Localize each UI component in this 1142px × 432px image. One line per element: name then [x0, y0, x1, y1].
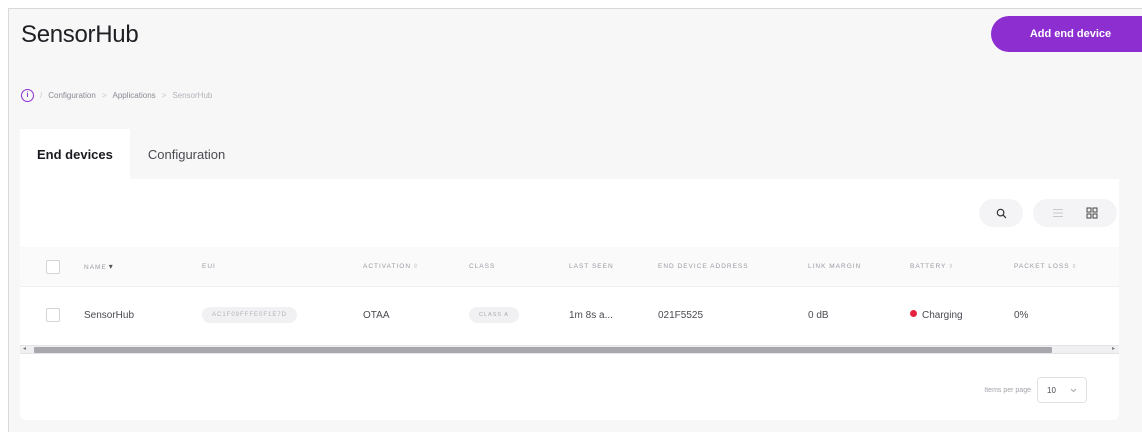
battery-status-dot [910, 310, 917, 318]
column-header-eui[interactable]: EUI [202, 263, 216, 270]
sort-desc-icon: ▾ [108, 262, 114, 271]
tab-bar: End devices Configuration [20, 129, 243, 179]
table-toolbar [979, 199, 1117, 227]
column-header-link-margin[interactable]: LINK MARGIN [808, 263, 861, 270]
battery-status-text: Charging [922, 309, 963, 321]
tab-end-devices[interactable]: End devices [20, 129, 130, 179]
row-checkbox[interactable] [46, 308, 60, 322]
cell-packet-loss: 0% [1014, 309, 1029, 321]
pagination: Items per page 10 [984, 377, 1087, 403]
add-end-device-button[interactable]: Add end device [991, 16, 1142, 52]
select-all-checkbox[interactable] [46, 260, 60, 274]
cell-activation: OTAA [363, 309, 390, 321]
search-button[interactable] [979, 199, 1023, 227]
scrollbar-thumb[interactable] [34, 347, 1052, 353]
scroll-left-arrow-icon[interactable]: ◂ [23, 345, 26, 354]
items-per-page-label: Items per page [984, 386, 1031, 394]
page-title: SensorHub [21, 21, 139, 48]
items-per-page-select[interactable]: 10 [1037, 377, 1087, 403]
column-label: ACTIVATION [363, 263, 412, 270]
horizontal-scrollbar[interactable]: ◂ ▸ [20, 345, 1119, 354]
column-header-packet-loss[interactable]: PACKET LOSS ⇳ [1014, 263, 1078, 270]
sort-icon: ⇳ [1071, 264, 1078, 270]
items-per-page-value: 10 [1047, 385, 1056, 395]
breadcrumb-separator: / [40, 91, 43, 100]
table-row[interactable]: SensorHub AC1F09FFFE0F1E7D OTAA CLASS A … [20, 295, 1119, 335]
sort-icon: ⇳ [948, 264, 955, 270]
tab-configuration[interactable]: Configuration [130, 129, 243, 179]
breadcrumb-item-applications[interactable]: Applications [113, 91, 156, 100]
cell-eui: AC1F09FFFE0F1E7D [202, 307, 298, 323]
sort-icon: ⇳ [413, 264, 420, 270]
chevron-down-icon [1070, 388, 1077, 392]
grid-view-icon[interactable] [1086, 207, 1098, 219]
column-label: BATTERY [910, 263, 947, 270]
cell-name: SensorHub [84, 309, 135, 321]
breadcrumb-separator: > [161, 91, 167, 100]
breadcrumb-item-current: SensorHub [172, 91, 213, 100]
devices-panel: NAME ▾ EUI ACTIVATION ⇳ CLASS LAST SEEN EN… [20, 179, 1119, 420]
column-header-activation[interactable]: ACTIVATION ⇳ [363, 263, 419, 270]
cell-last-seen: 1m 8s a... [569, 309, 613, 321]
cell-battery: Charging [910, 310, 963, 321]
table-header: NAME ▾ EUI ACTIVATION ⇳ CLASS LAST SEEN EN… [20, 247, 1119, 287]
breadcrumb-separator: > [101, 91, 107, 100]
breadcrumb: i / Configuration > Applications > Senso… [21, 89, 212, 102]
column-label: NAME [84, 264, 107, 271]
column-header-address[interactable]: END DEVICE ADDRESS [658, 263, 749, 270]
cell-class: CLASS A [469, 307, 519, 323]
cell-address: 021F5525 [658, 309, 704, 321]
search-icon [996, 208, 1006, 218]
column-header-class[interactable]: CLASS [469, 263, 495, 270]
column-header-battery[interactable]: BATTERY ⇳ [910, 263, 954, 270]
column-header-name[interactable]: NAME ▾ [84, 262, 114, 271]
column-header-last-seen[interactable]: LAST SEEN [569, 263, 614, 270]
scroll-right-arrow-icon[interactable]: ▸ [1112, 345, 1115, 354]
info-icon[interactable]: i [21, 89, 34, 102]
list-view-icon[interactable] [1052, 208, 1064, 218]
app-frame: SensorHub i / Configuration > Applicatio… [8, 8, 1142, 432]
breadcrumb-item-configuration[interactable]: Configuration [48, 91, 96, 100]
column-label: PACKET LOSS [1014, 263, 1070, 270]
view-toggle [1033, 199, 1117, 227]
cell-link-margin: 0 dB [808, 309, 829, 321]
